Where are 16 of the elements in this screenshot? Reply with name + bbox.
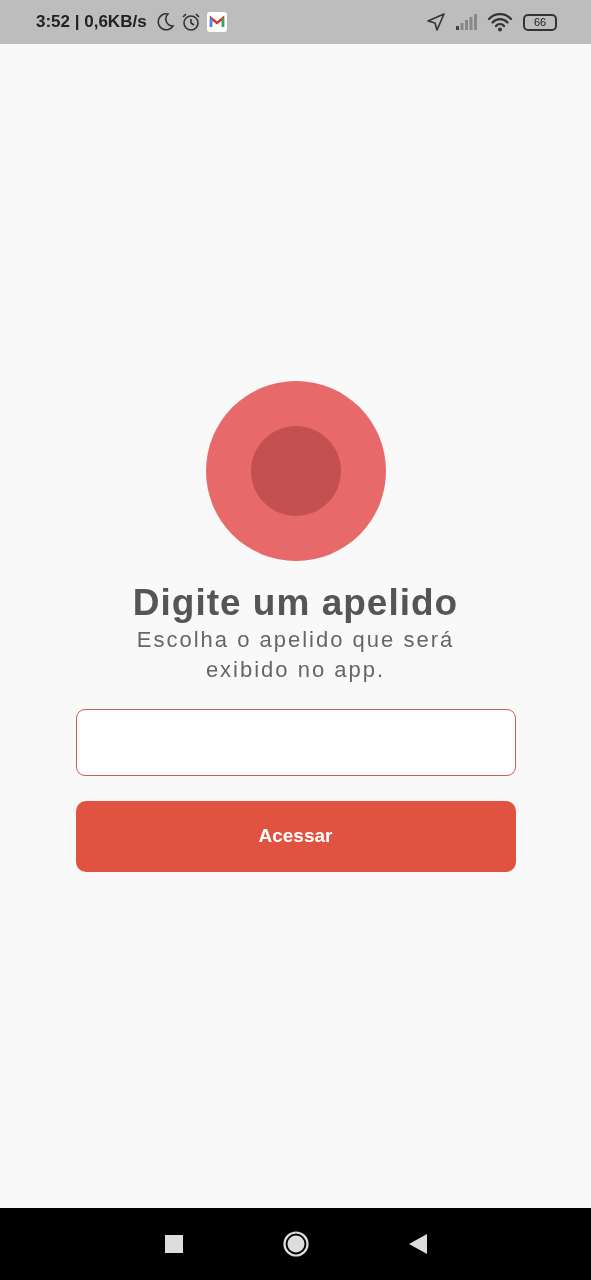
status-time: 3:52 | 0,6KB/s	[36, 12, 147, 32]
back-icon[interactable]	[408, 1234, 427, 1254]
page-subtitle: Escolha o apelido que será exibido no app.	[135, 625, 456, 684]
home-icon[interactable]	[282, 1231, 309, 1257]
mail-app-icon	[206, 12, 227, 32]
nickname-field[interactable]	[75, 708, 516, 776]
logo-icon	[205, 380, 386, 561]
location-icon	[427, 13, 445, 31]
recents-icon[interactable]	[164, 1235, 183, 1253]
signal-icon	[455, 14, 477, 30]
page-title: Digite um apelido	[132, 580, 459, 625]
alarm-icon	[180, 12, 201, 32]
wifi-icon	[487, 12, 513, 32]
access-button[interactable]: Acessar	[75, 800, 516, 872]
battery-indicator: 66	[523, 13, 557, 31]
moon-icon	[154, 12, 175, 32]
